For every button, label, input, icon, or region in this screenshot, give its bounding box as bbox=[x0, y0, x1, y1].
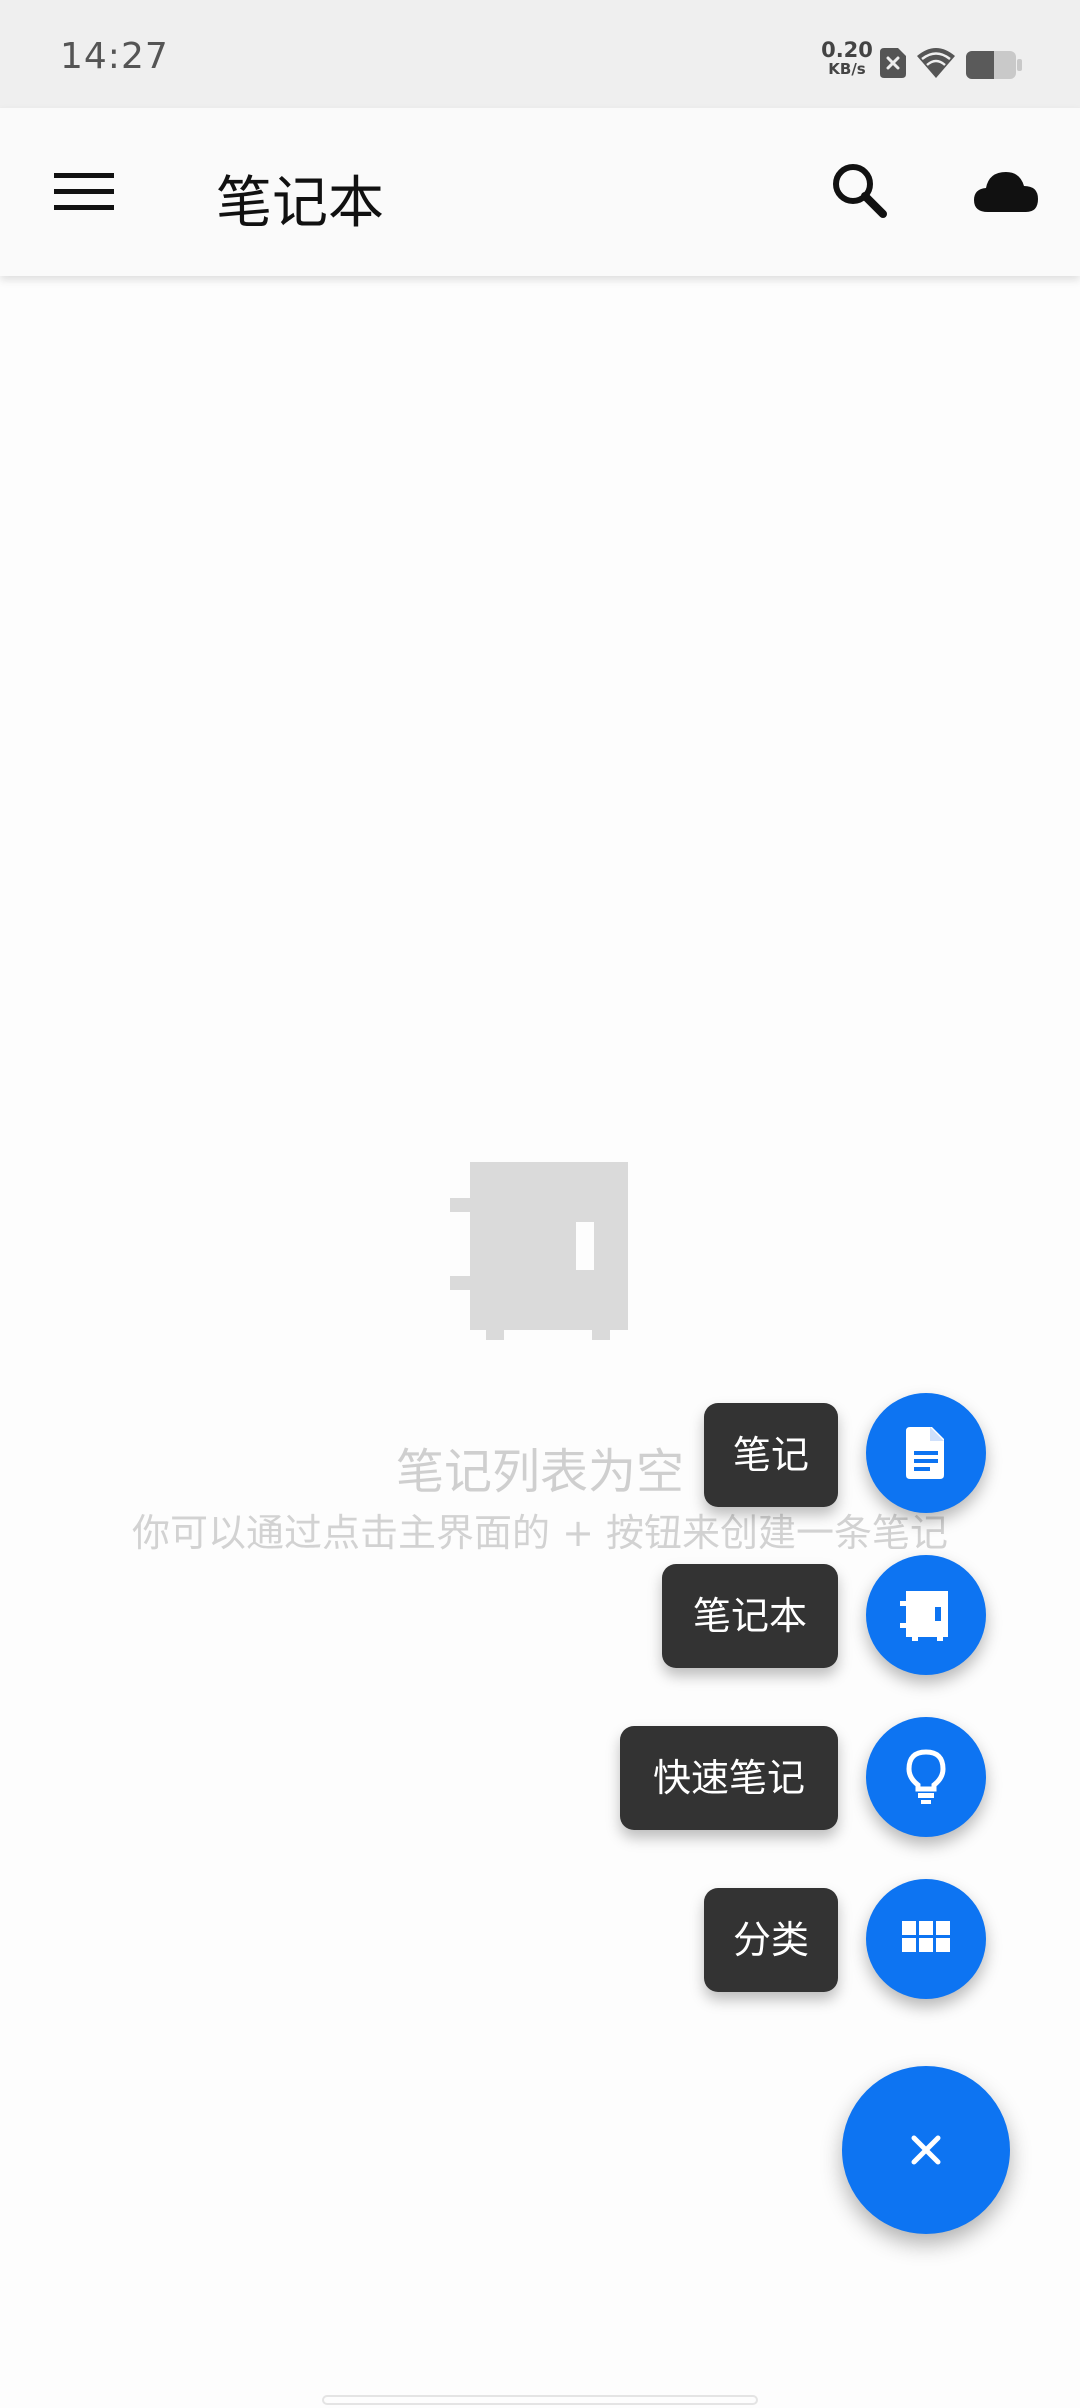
sim-error-icon bbox=[880, 48, 906, 78]
menu-button[interactable] bbox=[34, 152, 134, 232]
home-indicator[interactable] bbox=[322, 2395, 758, 2405]
search-icon bbox=[833, 164, 887, 218]
battery-icon bbox=[966, 51, 1022, 79]
notebook-icon bbox=[900, 1591, 948, 1641]
close-speed-dial-button[interactable] bbox=[842, 2066, 1010, 2234]
notebook-icon bbox=[450, 1162, 628, 1340]
create-notebook-button[interactable] bbox=[866, 1555, 986, 1675]
speed-dial-label-quick-note[interactable]: 快速笔记 bbox=[620, 1726, 838, 1830]
grid-icon bbox=[902, 1921, 950, 1952]
page-title: 笔记本 bbox=[216, 171, 384, 236]
network-speed-unit: KB/s bbox=[828, 60, 866, 78]
speed-dial-label-category[interactable]: 分类 bbox=[704, 1888, 838, 1992]
create-note-button[interactable] bbox=[866, 1393, 986, 1513]
network-speed-value: 0.20 bbox=[821, 38, 873, 62]
network-speed: 0.20 KB/s bbox=[818, 40, 876, 77]
speed-dial-label-note[interactable]: 笔记 bbox=[704, 1403, 838, 1507]
create-category-button[interactable] bbox=[866, 1879, 986, 1999]
search-button[interactable] bbox=[820, 152, 900, 232]
speed-dial-label-notebook[interactable]: 笔记本 bbox=[662, 1564, 838, 1668]
cloud-sync-button[interactable] bbox=[972, 158, 1042, 228]
wifi-icon bbox=[917, 48, 955, 78]
status-time: 14:27 bbox=[60, 36, 169, 77]
status-bar: 14:27 0.20 KB/s bbox=[0, 0, 1080, 108]
lightbulb-icon bbox=[906, 1749, 946, 1804]
cloud-sync-icon bbox=[974, 172, 1038, 212]
app-bar: 笔记本 bbox=[0, 108, 1080, 276]
note-document-icon bbox=[906, 1427, 944, 1479]
menu-icon bbox=[54, 173, 114, 210]
close-icon bbox=[911, 2135, 941, 2165]
create-quick-note-button[interactable] bbox=[866, 1717, 986, 1837]
